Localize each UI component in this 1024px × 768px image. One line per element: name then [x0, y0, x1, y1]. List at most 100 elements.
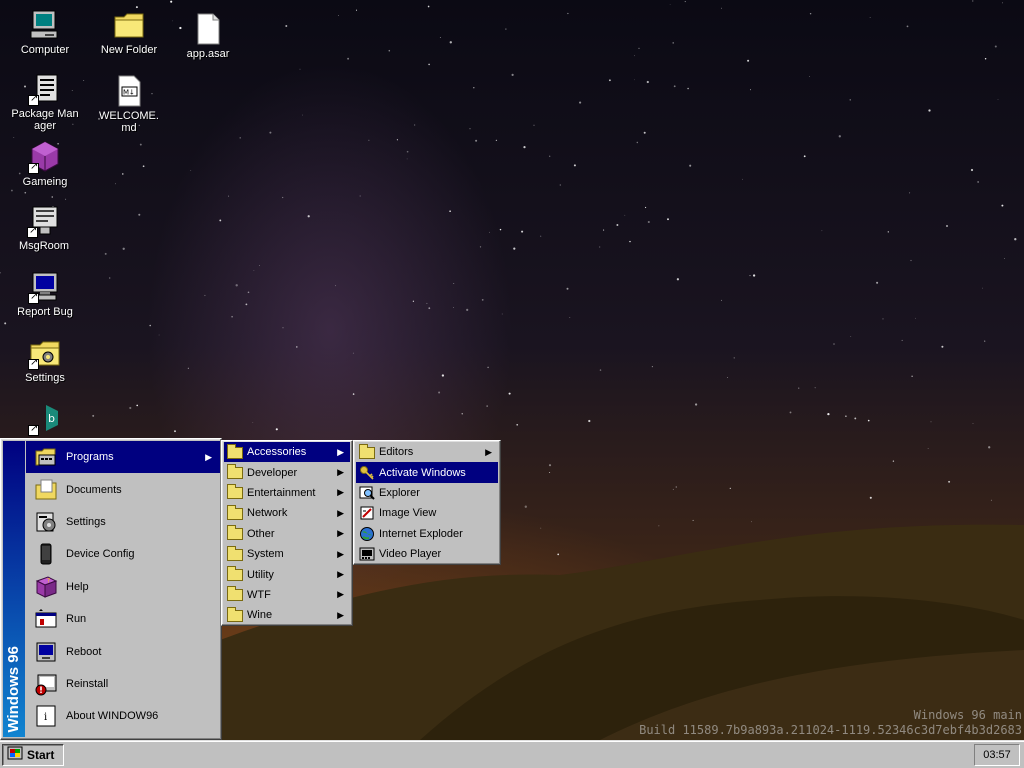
- star: [489, 231, 490, 233]
- submenu-item-label: Accessories: [247, 446, 307, 459]
- programs-item-wine[interactable]: Wine ▶: [224, 605, 350, 625]
- programs-item-wtf[interactable]: WTF ▶: [224, 585, 350, 605]
- star: [4, 322, 7, 325]
- star: [827, 412, 830, 416]
- start-item-run[interactable]: Run: [26, 603, 220, 635]
- star: [847, 550, 850, 553]
- star: [453, 307, 455, 309]
- desktop-icon-gameing[interactable]: Gameing: [5, 140, 85, 188]
- submenu-item-label: Video Player: [379, 548, 442, 561]
- star: [566, 287, 569, 290]
- start-item-device-config[interactable]: Device Config: [26, 538, 220, 570]
- star: [977, 181, 979, 183]
- star: [567, 12, 569, 15]
- start-item-programs[interactable]: Programs ▶: [26, 441, 220, 474]
- start-item-reboot[interactable]: Reboot: [26, 635, 220, 667]
- star: [984, 57, 987, 60]
- submenu-item-label: Other: [247, 527, 275, 540]
- star: [368, 139, 370, 141]
- star: [869, 496, 872, 499]
- star: [941, 345, 944, 348]
- desktop-icon-report-bug[interactable]: Report Bug: [5, 270, 85, 318]
- star: [1002, 2, 1003, 4]
- star: [907, 530, 909, 532]
- start-item-settings[interactable]: Settings: [26, 506, 220, 538]
- start-menu: Windows 96 Programs ▶ Documents Settings: [0, 438, 222, 740]
- start-item-about[interactable]: i About WINDOW96: [26, 700, 220, 732]
- folder-icon: [227, 606, 243, 622]
- star: [694, 403, 698, 406]
- star: [988, 446, 991, 449]
- star: [406, 158, 408, 160]
- star: [540, 235, 542, 237]
- star: [733, 357, 735, 359]
- programs-item-entertainment[interactable]: Entertainment ▶: [224, 483, 350, 503]
- star: [412, 300, 415, 302]
- star: [1014, 238, 1017, 241]
- programs-item-utility[interactable]: Utility ▶: [224, 564, 350, 584]
- star: [599, 369, 602, 371]
- star: [122, 173, 124, 175]
- star: [909, 192, 911, 194]
- desktop-icon-b-app[interactable]: b: [5, 402, 85, 438]
- star: [521, 230, 524, 233]
- start-item-documents[interactable]: Documents: [26, 473, 220, 505]
- start-item-help[interactable]: ? Help: [26, 571, 220, 603]
- folder-icon: [227, 545, 243, 561]
- desktop-icon-label: app.asar: [186, 48, 230, 60]
- programs-item-network[interactable]: Network ▶: [224, 503, 350, 523]
- programs-item-other[interactable]: Other ▶: [224, 524, 350, 544]
- star: [1004, 258, 1006, 260]
- start-item-reinstall[interactable]: Reinstall: [26, 668, 220, 700]
- star: [930, 421, 932, 423]
- desktop-icon-new-folder[interactable]: New Folder: [89, 8, 169, 56]
- star: [453, 283, 455, 284]
- star: [990, 499, 992, 501]
- desktop-icon-settings[interactable]: Settings: [5, 336, 85, 384]
- accessories-item-image-view[interactable]: Image View: [356, 503, 498, 523]
- star: [245, 303, 248, 306]
- programs-item-accessories[interactable]: Accessories ▶: [224, 442, 350, 463]
- star: [972, 423, 974, 424]
- star: [809, 12, 812, 15]
- about-icon: i: [34, 704, 58, 728]
- star: [559, 184, 561, 186]
- desktop-icon-app-asar[interactable]: app.asar: [168, 12, 248, 60]
- submenu-item-label: Wine: [247, 609, 273, 622]
- programs-item-system[interactable]: System ▶: [224, 544, 350, 564]
- submenu-arrow-icon: ▶: [337, 609, 344, 620]
- accessories-item-explorer[interactable]: Explorer: [356, 483, 498, 503]
- star: [549, 155, 551, 157]
- star: [579, 101, 582, 104]
- start-item-label: Reinstall: [66, 677, 109, 690]
- star: [479, 246, 482, 248]
- accessories-item-video-player[interactable]: Video Player: [356, 544, 498, 564]
- star: [727, 377, 728, 378]
- star: [869, 17, 871, 18]
- star: [972, 0, 974, 2]
- desktop-icon-computer[interactable]: Computer: [5, 8, 85, 56]
- star: [235, 284, 238, 287]
- submenu-arrow-icon: ▶: [337, 487, 344, 498]
- desktop-icon-label: WELCOME.md: [99, 110, 159, 134]
- desktop-icon-msgroom[interactable]: MsgRoom: [4, 204, 84, 252]
- desktop-icon-label: MsgRoom: [18, 240, 70, 252]
- accessories-item-activate-windows[interactable]: Activate Windows: [356, 462, 498, 483]
- star: [65, 198, 67, 200]
- svg-text:M↓: M↓: [123, 89, 135, 97]
- shortcut-arrow-icon: [28, 93, 39, 106]
- desktop-icon-welcome-md[interactable]: M↓ WELCOME.md: [89, 74, 169, 134]
- desktop-icon-package-manager[interactable]: Package Manager: [5, 72, 85, 132]
- star: [573, 164, 576, 167]
- star: [282, 327, 284, 329]
- submenu-arrow-icon: ▶: [205, 451, 212, 462]
- programs-item-developer[interactable]: Developer ▶: [224, 462, 350, 482]
- star: [428, 307, 431, 310]
- start-button[interactable]: Start: [2, 744, 64, 766]
- accessories-item-internet-exploder[interactable]: Internet Exploder: [356, 524, 498, 544]
- star: [901, 339, 903, 341]
- star: [219, 219, 222, 222]
- star: [624, 214, 626, 216]
- accessories-item-editors[interactable]: Editors ▶: [356, 442, 498, 462]
- cube-icon: [28, 140, 62, 174]
